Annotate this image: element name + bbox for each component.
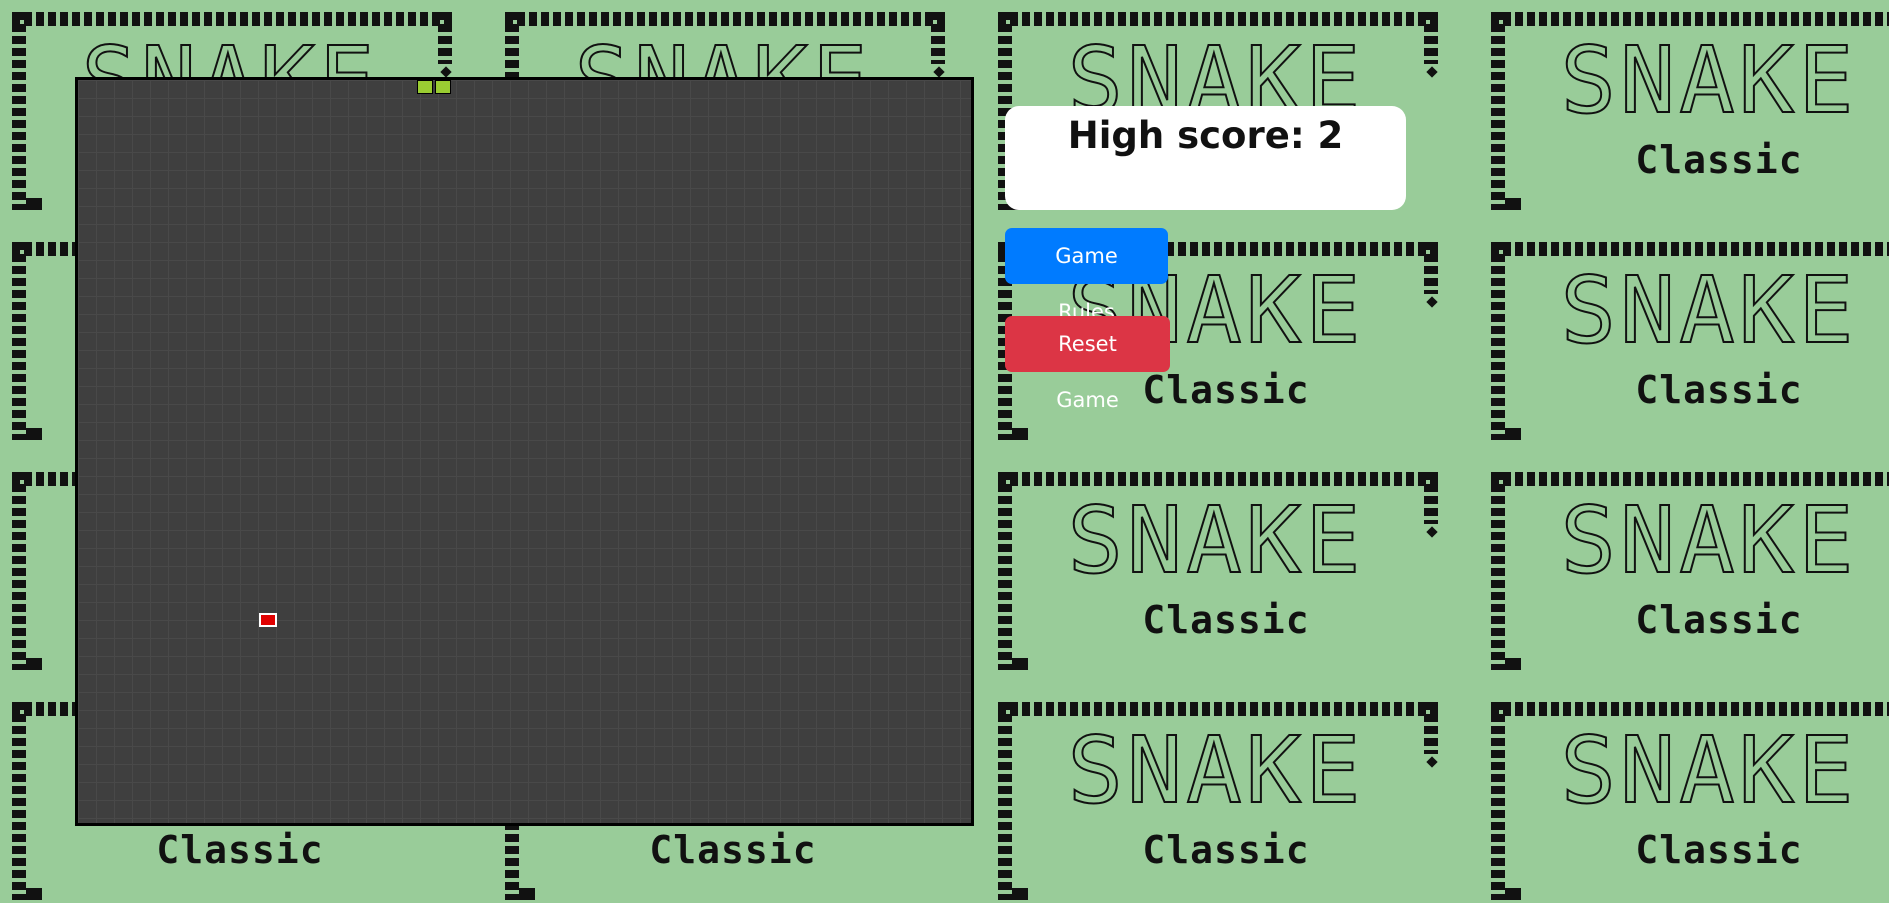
tile-subtitle: Classic bbox=[1635, 828, 1803, 872]
tile-subtitle: Classic bbox=[1635, 368, 1803, 412]
tile-frame-left bbox=[12, 702, 26, 900]
tile-title: SNAKE bbox=[1560, 717, 1858, 824]
tile-title: SNAKE bbox=[1560, 27, 1858, 134]
tile-frame-top bbox=[505, 12, 945, 26]
snake-segment bbox=[417, 80, 433, 94]
tile-frame-foot bbox=[1505, 428, 1521, 440]
page: SNAKEClassicSNAKEClassicSNAKEClassicSNAK… bbox=[0, 0, 1889, 903]
tile-frame-left bbox=[1491, 242, 1505, 440]
tile-frame-dot bbox=[1426, 66, 1438, 78]
game-board[interactable] bbox=[75, 77, 974, 826]
tile-frame-right bbox=[1424, 472, 1438, 524]
tile-frame-foot bbox=[1505, 658, 1521, 670]
tile-frame-top bbox=[1491, 472, 1889, 486]
background-tile: SNAKEClassic bbox=[1479, 460, 1889, 690]
tile-subtitle: Classic bbox=[1635, 138, 1803, 182]
background-tile: SNAKEClassic bbox=[1479, 690, 1889, 903]
tile-frame-right bbox=[1424, 242, 1438, 294]
background-tile: SNAKEClassic bbox=[1479, 0, 1889, 230]
tile-frame-dot bbox=[933, 66, 945, 78]
tile-frame-top bbox=[998, 702, 1438, 716]
tile-subtitle: Classic bbox=[156, 828, 324, 872]
tile-frame-foot bbox=[1012, 658, 1028, 670]
tile-frame-top bbox=[1491, 702, 1889, 716]
tile-frame-top bbox=[1491, 242, 1889, 256]
tile-subtitle: Classic bbox=[649, 828, 817, 872]
tile-title: SNAKE bbox=[1067, 717, 1365, 824]
tile-frame-left bbox=[998, 702, 1012, 900]
tile-frame-left bbox=[12, 472, 26, 670]
tile-frame-left bbox=[1491, 702, 1505, 900]
tile-frame-right bbox=[438, 12, 452, 64]
background-tile: SNAKEClassic bbox=[986, 460, 1479, 690]
tile-title: SNAKE bbox=[1560, 487, 1858, 594]
tile-frame-foot bbox=[26, 658, 42, 670]
tile-frame-top bbox=[1491, 12, 1889, 26]
tile-frame-top bbox=[998, 12, 1438, 26]
tile-title: SNAKE bbox=[1067, 487, 1365, 594]
tile-frame-foot bbox=[519, 888, 535, 900]
tile-frame-foot bbox=[26, 428, 42, 440]
tile-frame-foot bbox=[1012, 428, 1028, 440]
tile-frame-dot bbox=[1426, 296, 1438, 308]
food-pellet bbox=[259, 613, 277, 627]
tile-frame-left bbox=[1491, 12, 1505, 210]
tile-frame-left bbox=[12, 242, 26, 440]
tile-frame-top bbox=[12, 12, 452, 26]
background-tile: SNAKEClassic bbox=[1479, 230, 1889, 460]
tile-title: SNAKE bbox=[1560, 257, 1858, 364]
tile-frame-left bbox=[1491, 472, 1505, 670]
snake-head bbox=[435, 80, 451, 94]
tile-frame-foot bbox=[1012, 888, 1028, 900]
tile-subtitle: Classic bbox=[1142, 598, 1310, 642]
tile-frame-dot bbox=[1426, 526, 1438, 538]
tile-frame-dot bbox=[1426, 756, 1438, 768]
tile-frame-left bbox=[12, 12, 26, 210]
tile-frame-left bbox=[998, 472, 1012, 670]
high-score-panel: High score: 2 bbox=[1005, 106, 1406, 210]
tile-frame-right bbox=[1424, 12, 1438, 64]
tile-frame-foot bbox=[26, 198, 42, 210]
tile-subtitle: Classic bbox=[1142, 828, 1310, 872]
background-tile: SNAKEClassic bbox=[986, 690, 1479, 903]
tile-frame-top bbox=[998, 472, 1438, 486]
tile-frame-foot bbox=[1505, 198, 1521, 210]
reset-game-button[interactable]: Reset Game bbox=[1005, 316, 1170, 412]
tile-frame-right bbox=[931, 12, 945, 64]
high-score-text: High score: 2 bbox=[1067, 114, 1344, 157]
tile-frame-foot bbox=[1505, 888, 1521, 900]
tile-frame-dot bbox=[440, 66, 452, 78]
tile-frame-right bbox=[1424, 702, 1438, 754]
tile-frame-foot bbox=[26, 888, 42, 900]
game-rules-button[interactable]: Game Rules bbox=[1005, 228, 1168, 324]
tile-subtitle: Classic bbox=[1635, 598, 1803, 642]
